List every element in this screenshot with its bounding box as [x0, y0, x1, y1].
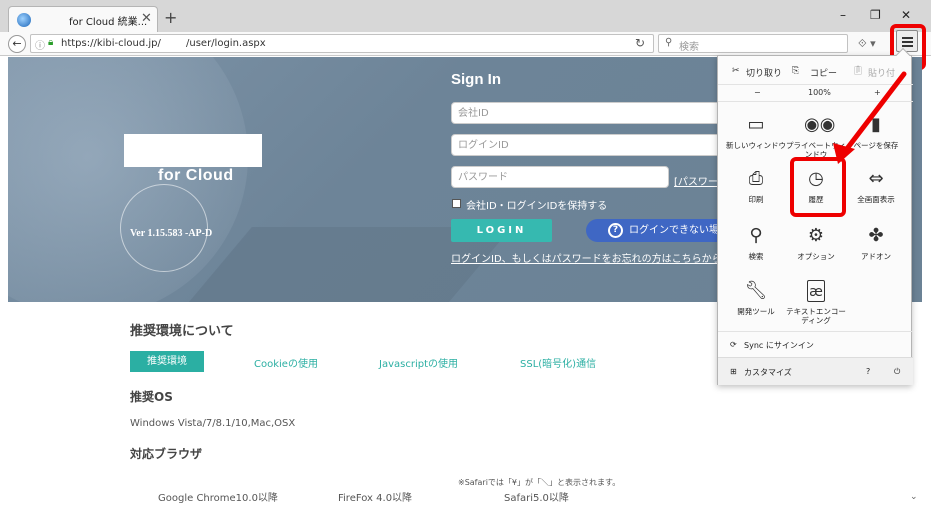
annotation-arrow [833, 71, 907, 164]
arrow-shaft [843, 71, 907, 153]
